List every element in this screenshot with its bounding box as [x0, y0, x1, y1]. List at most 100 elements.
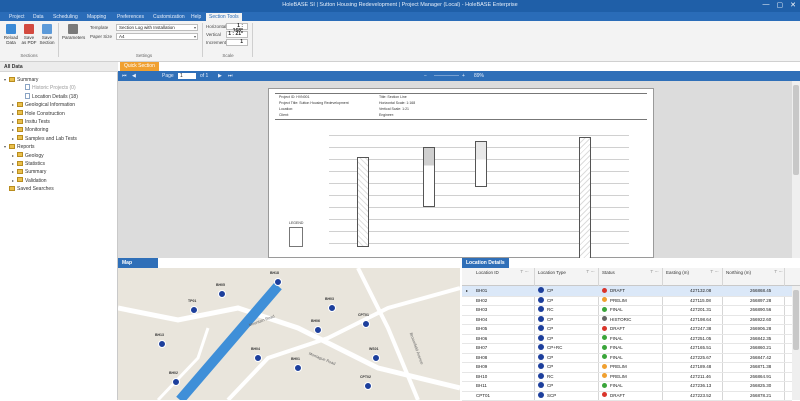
- zoom-out-icon[interactable]: −: [424, 72, 427, 80]
- location-type-cell: CP: [538, 286, 553, 296]
- column-header-location-type[interactable]: Location Type: [538, 270, 566, 275]
- column-header-status[interactable]: Status: [602, 270, 615, 275]
- tree-node[interactable]: ▸Validation: [12, 177, 47, 185]
- borehole-marker[interactable]: [314, 326, 322, 334]
- tree-node-label: Reports: [17, 144, 35, 150]
- location-id-cell: BH03: [476, 305, 487, 315]
- tree-node[interactable]: ▸Hole Construction: [12, 110, 65, 118]
- next-page-icon[interactable]: ▶: [218, 72, 222, 80]
- location-id-cell-text: CPT01: [476, 393, 490, 398]
- tab-preferences[interactable]: Preferences: [114, 13, 147, 21]
- borehole-marker[interactable]: [274, 278, 282, 286]
- zoom-slider[interactable]: ―――――: [434, 72, 459, 80]
- filter-icon[interactable]: ⊤ ⋯: [586, 269, 595, 274]
- chevron-down-icon: ▾: [194, 25, 196, 30]
- status-cell: PRELIM: [602, 362, 627, 372]
- borehole-log[interactable]: [475, 141, 487, 187]
- tab-quick-section[interactable]: Quick Section: [120, 62, 159, 71]
- filter-icon[interactable]: ⊤ ⋯: [520, 269, 529, 274]
- easting-cell: 427115.08: [690, 296, 711, 306]
- status-cell-text: HISTORIC: [610, 317, 631, 322]
- save-section-button[interactable]: Save Section: [39, 24, 55, 45]
- tree-node[interactable]: ▸Summary: [12, 168, 46, 176]
- save-as-pdf-button[interactable]: Save as PDF: [21, 24, 37, 45]
- tree-node[interactable]: Saved Searches: [4, 185, 54, 193]
- paper-size-select[interactable]: A4 ▾: [116, 33, 198, 40]
- borehole-marker[interactable]: [190, 306, 198, 314]
- incremental-input[interactable]: 1: [226, 39, 248, 46]
- table-row[interactable]: CPT01SCPDRAFT427223.52266878.21: [462, 391, 792, 401]
- maximize-icon[interactable]: ▢: [777, 1, 784, 9]
- tree-node[interactable]: ▸Geology: [12, 152, 44, 160]
- location-id-cell: BH09: [476, 362, 487, 372]
- column-header-northing[interactable]: Northing (m): [726, 270, 756, 275]
- tree-node[interactable]: ▾Reports: [4, 143, 35, 151]
- tab-help[interactable]: Help: [188, 13, 204, 21]
- borehole-marker[interactable]: [218, 290, 226, 298]
- settings-group-label: Settings: [86, 53, 202, 58]
- borehole-marker[interactable]: [362, 320, 370, 328]
- status-dot-icon: [602, 383, 607, 388]
- tree-node[interactable]: ▾Summary: [4, 76, 38, 84]
- status-dot-icon: [602, 326, 607, 331]
- viewer-scrollbar[interactable]: [792, 81, 800, 258]
- status-dot-icon: [602, 345, 607, 350]
- previous-page-icon[interactable]: ◀: [132, 72, 136, 80]
- borehole-log[interactable]: [423, 147, 435, 207]
- filter-icon[interactable]: ⊤ ⋯: [774, 269, 783, 274]
- tree-node[interactable]: ▸Geological Information: [12, 101, 75, 109]
- map-canvas[interactable]: Mountain Road Montague Road Broomfield A…: [118, 268, 460, 400]
- status-cell: DRAFT: [602, 391, 625, 401]
- section-sheet: Project ID: HVN001 Project Title: Sutton…: [268, 88, 654, 258]
- borehole-log[interactable]: [579, 137, 591, 259]
- borehole-marker[interactable]: [172, 378, 180, 386]
- tree-node[interactable]: Historic Projects (0): [20, 84, 76, 92]
- borehole-marker[interactable]: [328, 304, 336, 312]
- parameters-button[interactable]: Parameters: [62, 24, 84, 40]
- status-cell-text: FINAL: [610, 355, 623, 360]
- northing-cell-text: 266847.42: [750, 355, 771, 360]
- filter-icon[interactable]: ⊤ ⋯: [710, 269, 719, 274]
- reload-data-button[interactable]: Reload Data: [3, 24, 19, 45]
- tree-node[interactable]: ▸Samples and Lab Tests: [12, 135, 77, 143]
- scrollbar-thumb[interactable]: [793, 290, 799, 350]
- last-page-icon[interactable]: ⏭: [228, 72, 233, 80]
- zoom-in-icon[interactable]: +: [462, 72, 465, 80]
- filter-icon[interactable]: ⊤ ⋯: [650, 269, 659, 274]
- template-select[interactable]: Section Log with Installation ▾: [116, 24, 198, 31]
- column-header-easting[interactable]: Easting (m): [666, 270, 696, 275]
- folder-icon: [17, 102, 23, 107]
- tree-node[interactable]: Location Details (18): [20, 93, 78, 101]
- borehole-marker[interactable]: [372, 354, 380, 362]
- section-line[interactable]: [180, 286, 278, 400]
- horizontal-scale-input[interactable]: 1 : 168*: [226, 23, 248, 30]
- scrollbar-thumb[interactable]: [793, 85, 799, 175]
- tree-node[interactable]: ▸Statistics: [12, 160, 45, 168]
- borehole-marker[interactable]: [364, 382, 372, 390]
- tree-node[interactable]: ▸Monitoring: [12, 126, 48, 134]
- vertical-scale-input[interactable]: 1 : 21*: [226, 31, 248, 38]
- tab-scheduling[interactable]: Scheduling: [50, 13, 81, 21]
- first-page-icon[interactable]: ⏮: [122, 72, 127, 80]
- northing-cell-text: 266890.56: [750, 307, 771, 312]
- close-icon[interactable]: ✕: [790, 1, 796, 9]
- tab-customization[interactable]: Customization: [150, 13, 188, 21]
- tab-mapping[interactable]: Mapping: [84, 13, 109, 21]
- borehole-marker[interactable]: [294, 364, 302, 372]
- sheet-vertical-scale: Vertical Scale: 1:21: [379, 107, 409, 111]
- page-number-input[interactable]: 1: [178, 73, 196, 79]
- column-header-location-id[interactable]: Location ID: [476, 270, 499, 275]
- table-scrollbar[interactable]: [792, 286, 800, 400]
- tab-data[interactable]: Data: [30, 13, 47, 21]
- borehole-marker[interactable]: [254, 354, 262, 362]
- location-details-panel: Location Details Location ID ⊤ ⋯ Locatio…: [462, 258, 800, 400]
- tab-project[interactable]: Project: [6, 13, 28, 21]
- minimize-icon[interactable]: —: [763, 1, 770, 9]
- page-count: of 1: [200, 72, 208, 80]
- borehole-marker[interactable]: [158, 340, 166, 348]
- borehole-log[interactable]: [357, 157, 369, 247]
- northing-cell: 266847.42: [750, 353, 771, 363]
- tree-node[interactable]: ▸Insitu Tests: [12, 118, 50, 126]
- tab-section-tools[interactable]: Section Tools: [206, 13, 242, 21]
- location-type-cell-text: RC: [547, 307, 554, 312]
